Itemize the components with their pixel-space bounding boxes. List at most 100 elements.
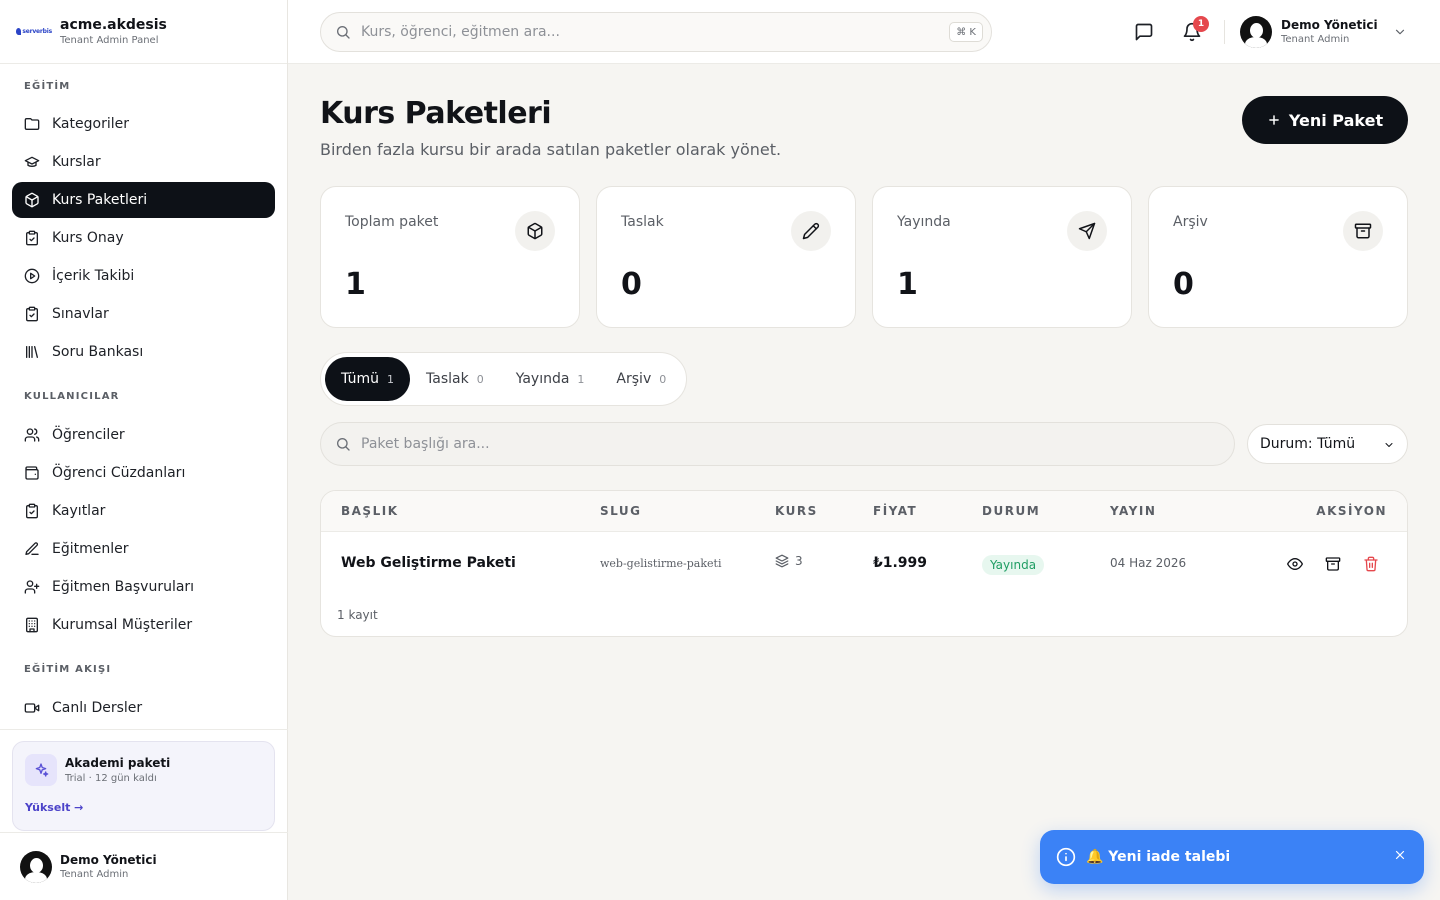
sidebar-item-kurslar[interactable]: Kurslar — [12, 144, 275, 180]
layers-icon — [775, 554, 789, 568]
column-header-status: DURUM — [982, 504, 1041, 518]
nav-section-egitim: EĞİTİM — [24, 81, 71, 92]
sidebar-item-label: Eğitmen Başvuruları — [52, 579, 195, 595]
sidebar-item-label: Soru Bankası — [52, 344, 144, 360]
tab-archive[interactable]: Arşiv 0 — [600, 357, 682, 401]
new-package-label: Yeni Paket — [1288, 110, 1384, 130]
column-header-courses: KURS — [775, 504, 818, 518]
package-search[interactable] — [320, 422, 1235, 466]
archive-button[interactable] — [1324, 555, 1342, 573]
pen-icon — [25, 542, 39, 555]
clipboard-check-icon — [26, 306, 38, 322]
stat-card-archive: Arşiv 0 — [1148, 186, 1408, 328]
user-plus-icon — [24, 580, 40, 594]
tab-draft[interactable]: Taslak 0 — [410, 357, 500, 401]
stat-label: Yayında — [897, 214, 951, 230]
sidebar-item-kayitlar[interactable]: Kayıtlar — [12, 493, 275, 529]
message-square-icon — [1135, 23, 1153, 41]
sidebar-item-ogrenci-cuzdanlari[interactable]: Öğrenci Cüzdanları — [12, 455, 275, 491]
new-package-button[interactable]: Yeni Paket — [1242, 96, 1408, 144]
sidebar-item-label: İçerik Takibi — [52, 268, 135, 284]
tab-count: 0 — [476, 372, 484, 386]
library-icon — [26, 346, 38, 358]
table-header: BAŞLIK SLUG KURS FİYAT DURUM YAYIN AKSİY… — [321, 491, 1407, 532]
sidebar-item-kurs-paketleri[interactable]: Kurs Paketleri — [12, 182, 275, 218]
delete-button[interactable] — [1362, 555, 1380, 573]
sidebar-user[interactable]: Demo Yönetici Tenant Admin — [0, 832, 288, 900]
sidebar-item-label: Canlı Dersler — [52, 700, 143, 716]
brand-logo: serverbis — [16, 25, 52, 39]
toast-close-button[interactable] — [1392, 847, 1408, 863]
stat-card-total: Toplam paket 1 — [320, 186, 580, 328]
shortcut-hint: ⌘ K — [949, 22, 983, 42]
user-role: Tenant Admin — [60, 868, 129, 880]
tab-all[interactable]: Tümü 1 — [325, 357, 411, 401]
view-button[interactable] — [1286, 555, 1304, 573]
brand[interactable]: serverbis acme.akdesis Tenant Admin Pane… — [0, 0, 287, 64]
messages-button[interactable] — [1132, 20, 1156, 44]
plus-icon — [1269, 115, 1279, 125]
header-user-name: Demo Yönetici — [1281, 18, 1378, 32]
page-subtitle: Birden fazla kursu bir arada satılan pak… — [320, 140, 782, 159]
plan-title: Akademi paketi — [65, 756, 171, 770]
stat-value: 0 — [1173, 267, 1194, 302]
sidebar-item-icerik-takibi[interactable]: İçerik Takibi — [12, 258, 275, 294]
status-filter-select[interactable]: Durum: Tümü — [1247, 424, 1408, 464]
search-icon — [337, 438, 350, 451]
global-search[interactable]: ⌘ K — [320, 12, 992, 52]
sidebar-item-ogrenciler[interactable]: Öğrenciler — [12, 417, 275, 453]
status-filter-value: Durum: Tümü — [1260, 436, 1356, 452]
stats-row: Toplam paket 1 Taslak 0 Yayında 1 Arşiv … — [320, 186, 1408, 328]
tab-count: 1 — [577, 372, 585, 386]
stat-value: 1 — [345, 267, 366, 302]
sidebar-item-label: Kurs Paketleri — [52, 192, 148, 208]
sidebar-item-kurumsal-musteriler[interactable]: Kurumsal Müşteriler — [12, 607, 275, 643]
table-row[interactable]: Web Geliştirme Paketi web-gelistirme-pak… — [321, 532, 1407, 596]
nav-section-kullanicilar: KULLANICILAR — [24, 391, 120, 402]
sidebar: serverbis acme.akdesis Tenant Admin Pane… — [0, 0, 288, 900]
tab-label: Yayında — [515, 371, 570, 387]
sidebar-item-kurs-onay[interactable]: Kurs Onay — [12, 220, 275, 256]
top-header: ⌘ K 1 Demo Yönetici Tenant Admin — [288, 0, 1440, 64]
package-search-input[interactable] — [361, 436, 1201, 452]
trash-icon — [1364, 556, 1378, 572]
tab-label: Tümü — [341, 371, 380, 387]
chevron-down-icon — [1385, 443, 1393, 447]
tab-count: 1 — [387, 372, 395, 386]
stat-value: 1 — [897, 267, 918, 302]
table-footer-count: 1 kayıt — [337, 608, 378, 622]
package-icon — [515, 211, 555, 251]
sidebar-item-egitmen-basvurulari[interactable]: Eğitmen Başvuruları — [12, 569, 275, 605]
header-user-role: Tenant Admin — [1281, 34, 1350, 45]
package-slug: web-gelistirme-paketi — [600, 557, 722, 570]
page-title: Kurs Paketleri — [320, 96, 552, 131]
avatar — [20, 850, 52, 883]
tab-label: Taslak — [426, 371, 469, 387]
info-icon — [1056, 847, 1076, 867]
tab-label: Arşiv — [616, 371, 652, 387]
sidebar-item-egitmenler[interactable]: Eğitmenler — [12, 531, 275, 567]
package-title[interactable]: Web Geliştirme Paketi — [341, 555, 516, 571]
sidebar-item-label: Kategoriler — [52, 116, 129, 132]
pencil-icon — [791, 211, 831, 251]
sparkles-icon — [25, 754, 57, 786]
sidebar-item-sinavlar[interactable]: Sınavlar — [12, 296, 275, 332]
notifications-button[interactable]: 1 — [1180, 16, 1209, 44]
sidebar-item-kategoriler[interactable]: Kategoriler — [12, 106, 275, 142]
column-header-title: BAŞLIK — [341, 504, 399, 518]
sidebar-item-canli-dersler[interactable]: Canlı Dersler — [12, 690, 275, 726]
header-divider — [1224, 20, 1225, 44]
global-search-input[interactable] — [361, 24, 901, 40]
tab-count: 0 — [659, 372, 667, 386]
search-icon — [337, 26, 350, 39]
sidebar-item-label: Kurslar — [52, 154, 101, 170]
user-menu[interactable]: Demo Yönetici Tenant Admin — [1240, 15, 1407, 49]
tab-published[interactable]: Yayında 1 — [500, 357, 601, 401]
sidebar-nav: EĞİTİM Kategoriler Kurslar Kurs Paketler… — [0, 81, 287, 726]
upgrade-link[interactable]: Yükselt → — [25, 801, 83, 814]
send-icon — [1067, 211, 1107, 251]
sidebar-item-soru-bankasi[interactable]: Soru Bankası — [12, 334, 275, 370]
toast-notification[interactable]: 🔔 Yeni iade talebi — [1040, 830, 1424, 884]
chevron-down-icon — [1395, 29, 1404, 35]
close-icon — [1395, 850, 1405, 860]
